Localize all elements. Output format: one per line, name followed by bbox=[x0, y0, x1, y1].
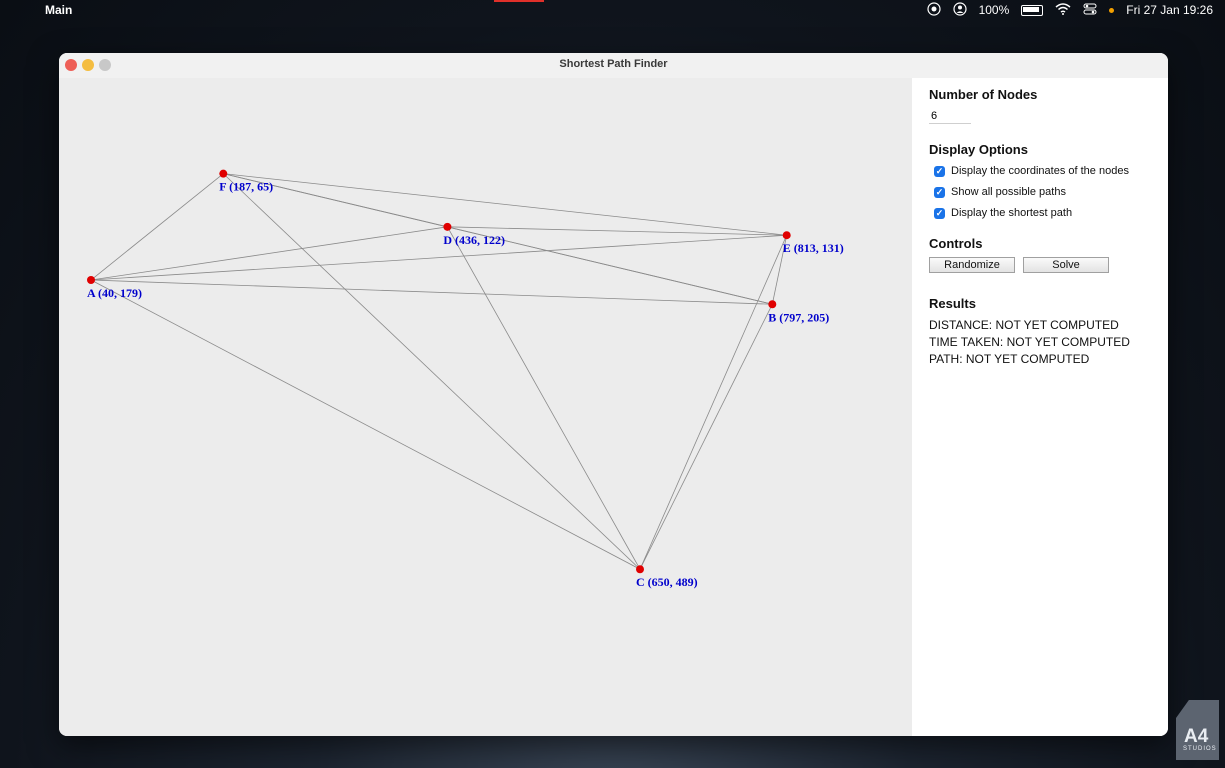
edge-A-F bbox=[90, 173, 224, 281]
graph-canvas[interactable]: A (40, 179) B (797, 205) C (650, 489) D (43… bbox=[59, 78, 912, 736]
battery-percent: 100% bbox=[978, 3, 1010, 17]
studio-watermark-logo: A4 STUDIOS bbox=[1176, 700, 1219, 760]
edge-E-F bbox=[223, 173, 787, 236]
node-C[interactable] bbox=[636, 565, 644, 574]
edge-C-F bbox=[223, 173, 641, 570]
watermark-text-large: A4 bbox=[1184, 726, 1209, 747]
controls-title: Controls bbox=[929, 236, 983, 251]
option-label: Display the shortest path bbox=[951, 207, 1073, 219]
checkbox-checked-icon[interactable]: ✓ bbox=[934, 165, 945, 177]
menu-bar: Main 100% Fri 27 Jan 19:26 bbox=[0, 0, 1225, 20]
node-B[interactable] bbox=[768, 300, 777, 309]
app-menu-name[interactable]: Main bbox=[45, 3, 72, 17]
node-label-D: D (436, 122) bbox=[443, 233, 505, 247]
battery-icon[interactable] bbox=[1021, 4, 1044, 16]
option-label: Show all possible paths bbox=[951, 186, 1066, 198]
edge-A-C bbox=[90, 279, 641, 570]
title-bar[interactable]: Shortest Path Finder bbox=[59, 53, 1168, 79]
screen-mirroring-icon[interactable] bbox=[926, 1, 941, 19]
control-panel: Number of Nodes Display Options ✓ Displa… bbox=[912, 78, 1168, 736]
privacy-indicator-dot bbox=[1109, 7, 1115, 13]
user-account-icon[interactable] bbox=[952, 1, 967, 19]
result-path: PATH: NOT YET COMPUTED bbox=[929, 352, 1090, 366]
node-label-C: C (650, 489) bbox=[636, 575, 698, 589]
option-display-shortest-path[interactable]: ✓ Display the shortest path bbox=[934, 206, 1072, 220]
graph-drawing: A (40, 179) B (797, 205) C (650, 489) D (43… bbox=[87, 169, 844, 589]
option-display-coordinates[interactable]: ✓ Display the coordinates of the nodes bbox=[934, 164, 1129, 178]
option-show-all-paths[interactable]: ✓ Show all possible paths bbox=[934, 185, 1066, 199]
watermark-text-small: STUDIOS bbox=[1183, 746, 1217, 752]
solve-button[interactable]: Solve bbox=[1023, 257, 1109, 273]
clock[interactable]: Fri 27 Jan 19:26 bbox=[1126, 3, 1213, 17]
checkbox-checked-icon[interactable]: ✓ bbox=[934, 207, 945, 219]
edge-A-D bbox=[90, 226, 448, 281]
node-label-A: A (40, 179) bbox=[87, 286, 142, 300]
node-E[interactable] bbox=[782, 231, 791, 240]
recording-indicator bbox=[494, 0, 544, 2]
display-options-title: Display Options bbox=[929, 142, 1028, 157]
node-label-B: B (797, 205) bbox=[768, 310, 829, 324]
status-area: 100% Fri 27 Jan 19:26 bbox=[926, 0, 1225, 20]
randomize-button[interactable]: Randomize bbox=[929, 257, 1015, 273]
edge-C-D bbox=[447, 226, 641, 570]
edge-C-E bbox=[639, 235, 788, 570]
num-nodes-title: Number of Nodes bbox=[929, 87, 1038, 102]
node-F[interactable] bbox=[219, 169, 228, 178]
node-label-F: F (187, 65) bbox=[219, 180, 273, 194]
wifi-icon[interactable] bbox=[1055, 2, 1071, 18]
num-nodes-input[interactable] bbox=[929, 108, 971, 124]
edge-B-C bbox=[639, 304, 773, 570]
node-D[interactable] bbox=[443, 222, 452, 231]
window-title: Shortest Path Finder bbox=[559, 58, 668, 70]
option-label: Display the coordinates of the nodes bbox=[951, 165, 1129, 177]
result-distance: DISTANCE: NOT YET COMPUTED bbox=[929, 318, 1119, 332]
checkbox-checked-icon[interactable]: ✓ bbox=[934, 186, 945, 198]
edge-A-B bbox=[90, 279, 773, 305]
control-center-icon[interactable] bbox=[1083, 3, 1097, 18]
node-A[interactable] bbox=[87, 276, 95, 285]
app-window: Shortest Path Finder A (40, 179) B (797, … bbox=[59, 53, 1168, 736]
node-label-E: E (813, 131) bbox=[783, 241, 844, 255]
result-time-taken: TIME TAKEN: NOT YET COMPUTED bbox=[929, 335, 1130, 349]
edge-A-E bbox=[90, 234, 787, 281]
results-title: Results bbox=[929, 296, 976, 311]
